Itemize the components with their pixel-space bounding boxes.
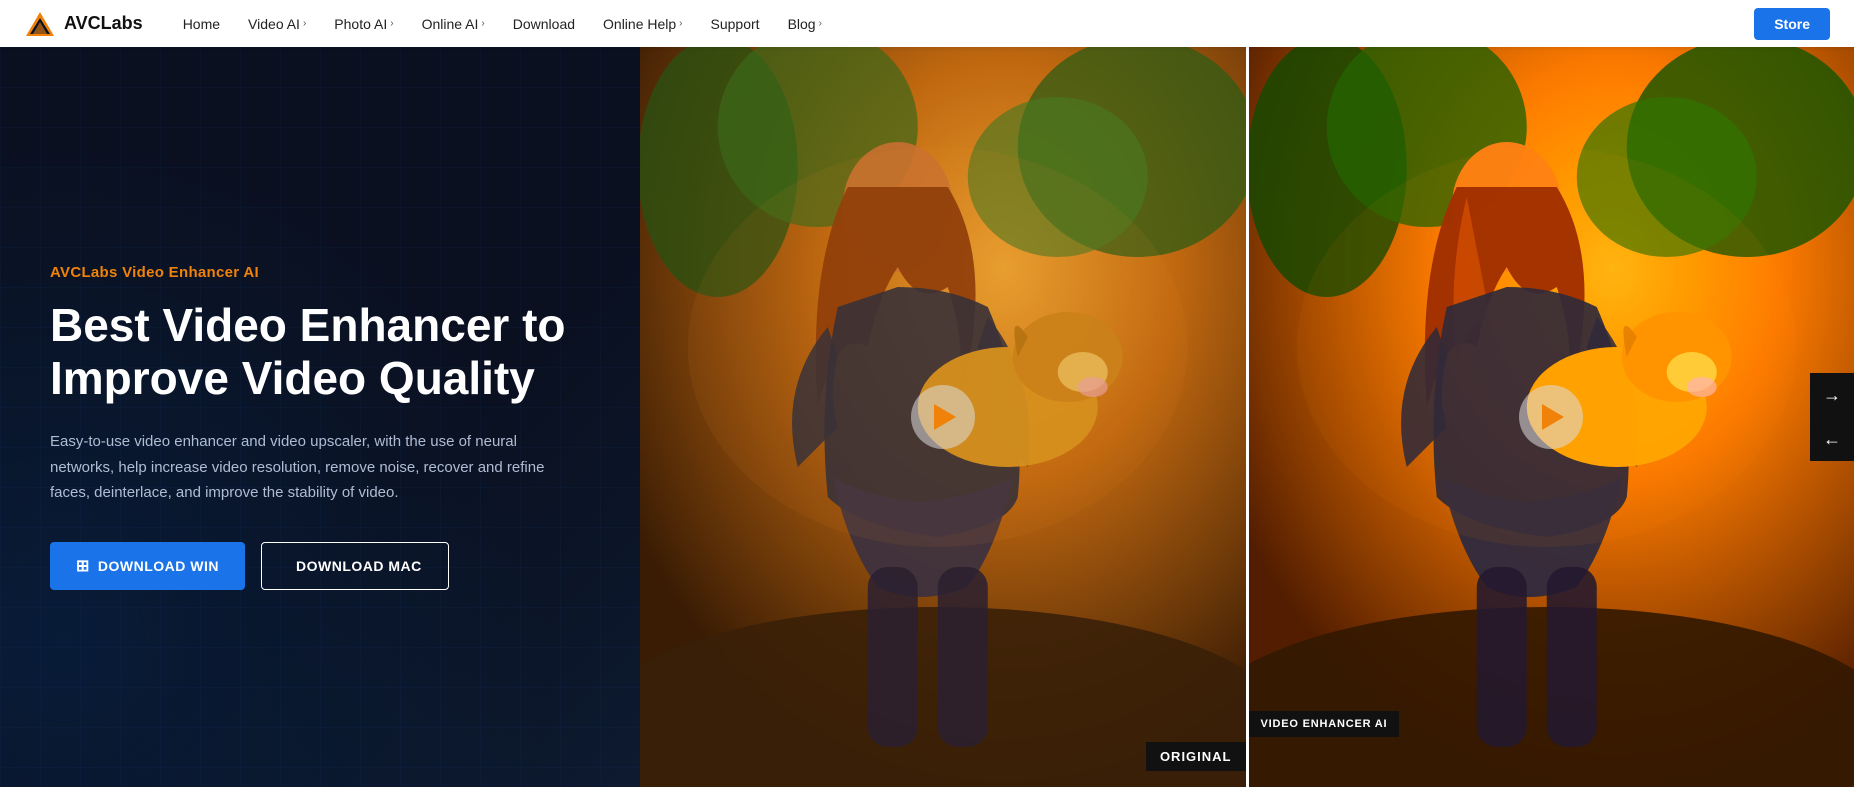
logo-text: AVCLabs: [64, 13, 143, 34]
chevron-down-icon: ›: [303, 18, 306, 29]
hero-title: Best Video Enhancer to Improve Video Qua…: [50, 299, 590, 405]
logo[interactable]: AVCLabs: [24, 8, 143, 40]
hero-section: AVCLabs Video Enhancer AI Best Video Enh…: [0, 47, 640, 787]
enhanced-label: VIDEO ENHANCER AI: [1249, 711, 1400, 737]
hero-buttons: ⊞ DOWNLOAD WIN DOWNLOAD MAC: [50, 542, 590, 590]
play-button-original[interactable]: [911, 385, 975, 449]
chevron-down-icon: ›: [390, 18, 393, 29]
play-icon: [1542, 404, 1564, 430]
nav-online-ai[interactable]: Online AI ›: [422, 16, 485, 32]
nav-download[interactable]: Download: [513, 16, 575, 32]
download-mac-button[interactable]: DOWNLOAD MAC: [261, 542, 449, 590]
play-icon: [934, 404, 956, 430]
hero-subtitle: AVCLabs Video Enhancer AI: [50, 264, 590, 281]
chevron-down-icon: ›: [481, 18, 484, 29]
chevron-down-icon: ›: [679, 18, 682, 29]
nav-home[interactable]: Home: [183, 16, 220, 32]
hero-image-area: ORIGINAL: [640, 47, 1854, 787]
original-panel: ORIGINAL: [640, 47, 1246, 787]
chevron-down-icon: ›: [819, 18, 822, 29]
arrow-left-button[interactable]: ←: [1810, 417, 1854, 461]
nav-blog[interactable]: Blog ›: [788, 16, 822, 32]
page: AVCLabs Video Enhancer AI Best Video Enh…: [0, 0, 1854, 787]
nav-online-help[interactable]: Online Help ›: [603, 16, 683, 32]
arrow-right-button[interactable]: →: [1810, 373, 1854, 417]
nav-links: Home Video AI › Photo AI › Online AI › D…: [183, 16, 1755, 32]
panel-divider: [1246, 47, 1249, 787]
hero-description: Easy-to-use video enhancer and video ups…: [50, 429, 570, 506]
navigation-arrows: → ←: [1810, 373, 1854, 461]
enhanced-panel: VIDEO ENHANCER AI → ←: [1249, 47, 1854, 787]
nav-photo-ai[interactable]: Photo AI ›: [334, 16, 393, 32]
windows-icon: ⊞: [76, 556, 90, 576]
store-button[interactable]: Store: [1754, 8, 1830, 40]
play-button-enhanced[interactable]: [1519, 385, 1583, 449]
navbar: AVCLabs Home Video AI › Photo AI › Onlin…: [0, 0, 1854, 47]
avcLabs-logo-icon: [24, 8, 56, 40]
nav-video-ai[interactable]: Video AI ›: [248, 16, 306, 32]
original-label: ORIGINAL: [1146, 742, 1246, 771]
download-win-button[interactable]: ⊞ DOWNLOAD WIN: [50, 542, 245, 590]
nav-support[interactable]: Support: [711, 16, 760, 32]
